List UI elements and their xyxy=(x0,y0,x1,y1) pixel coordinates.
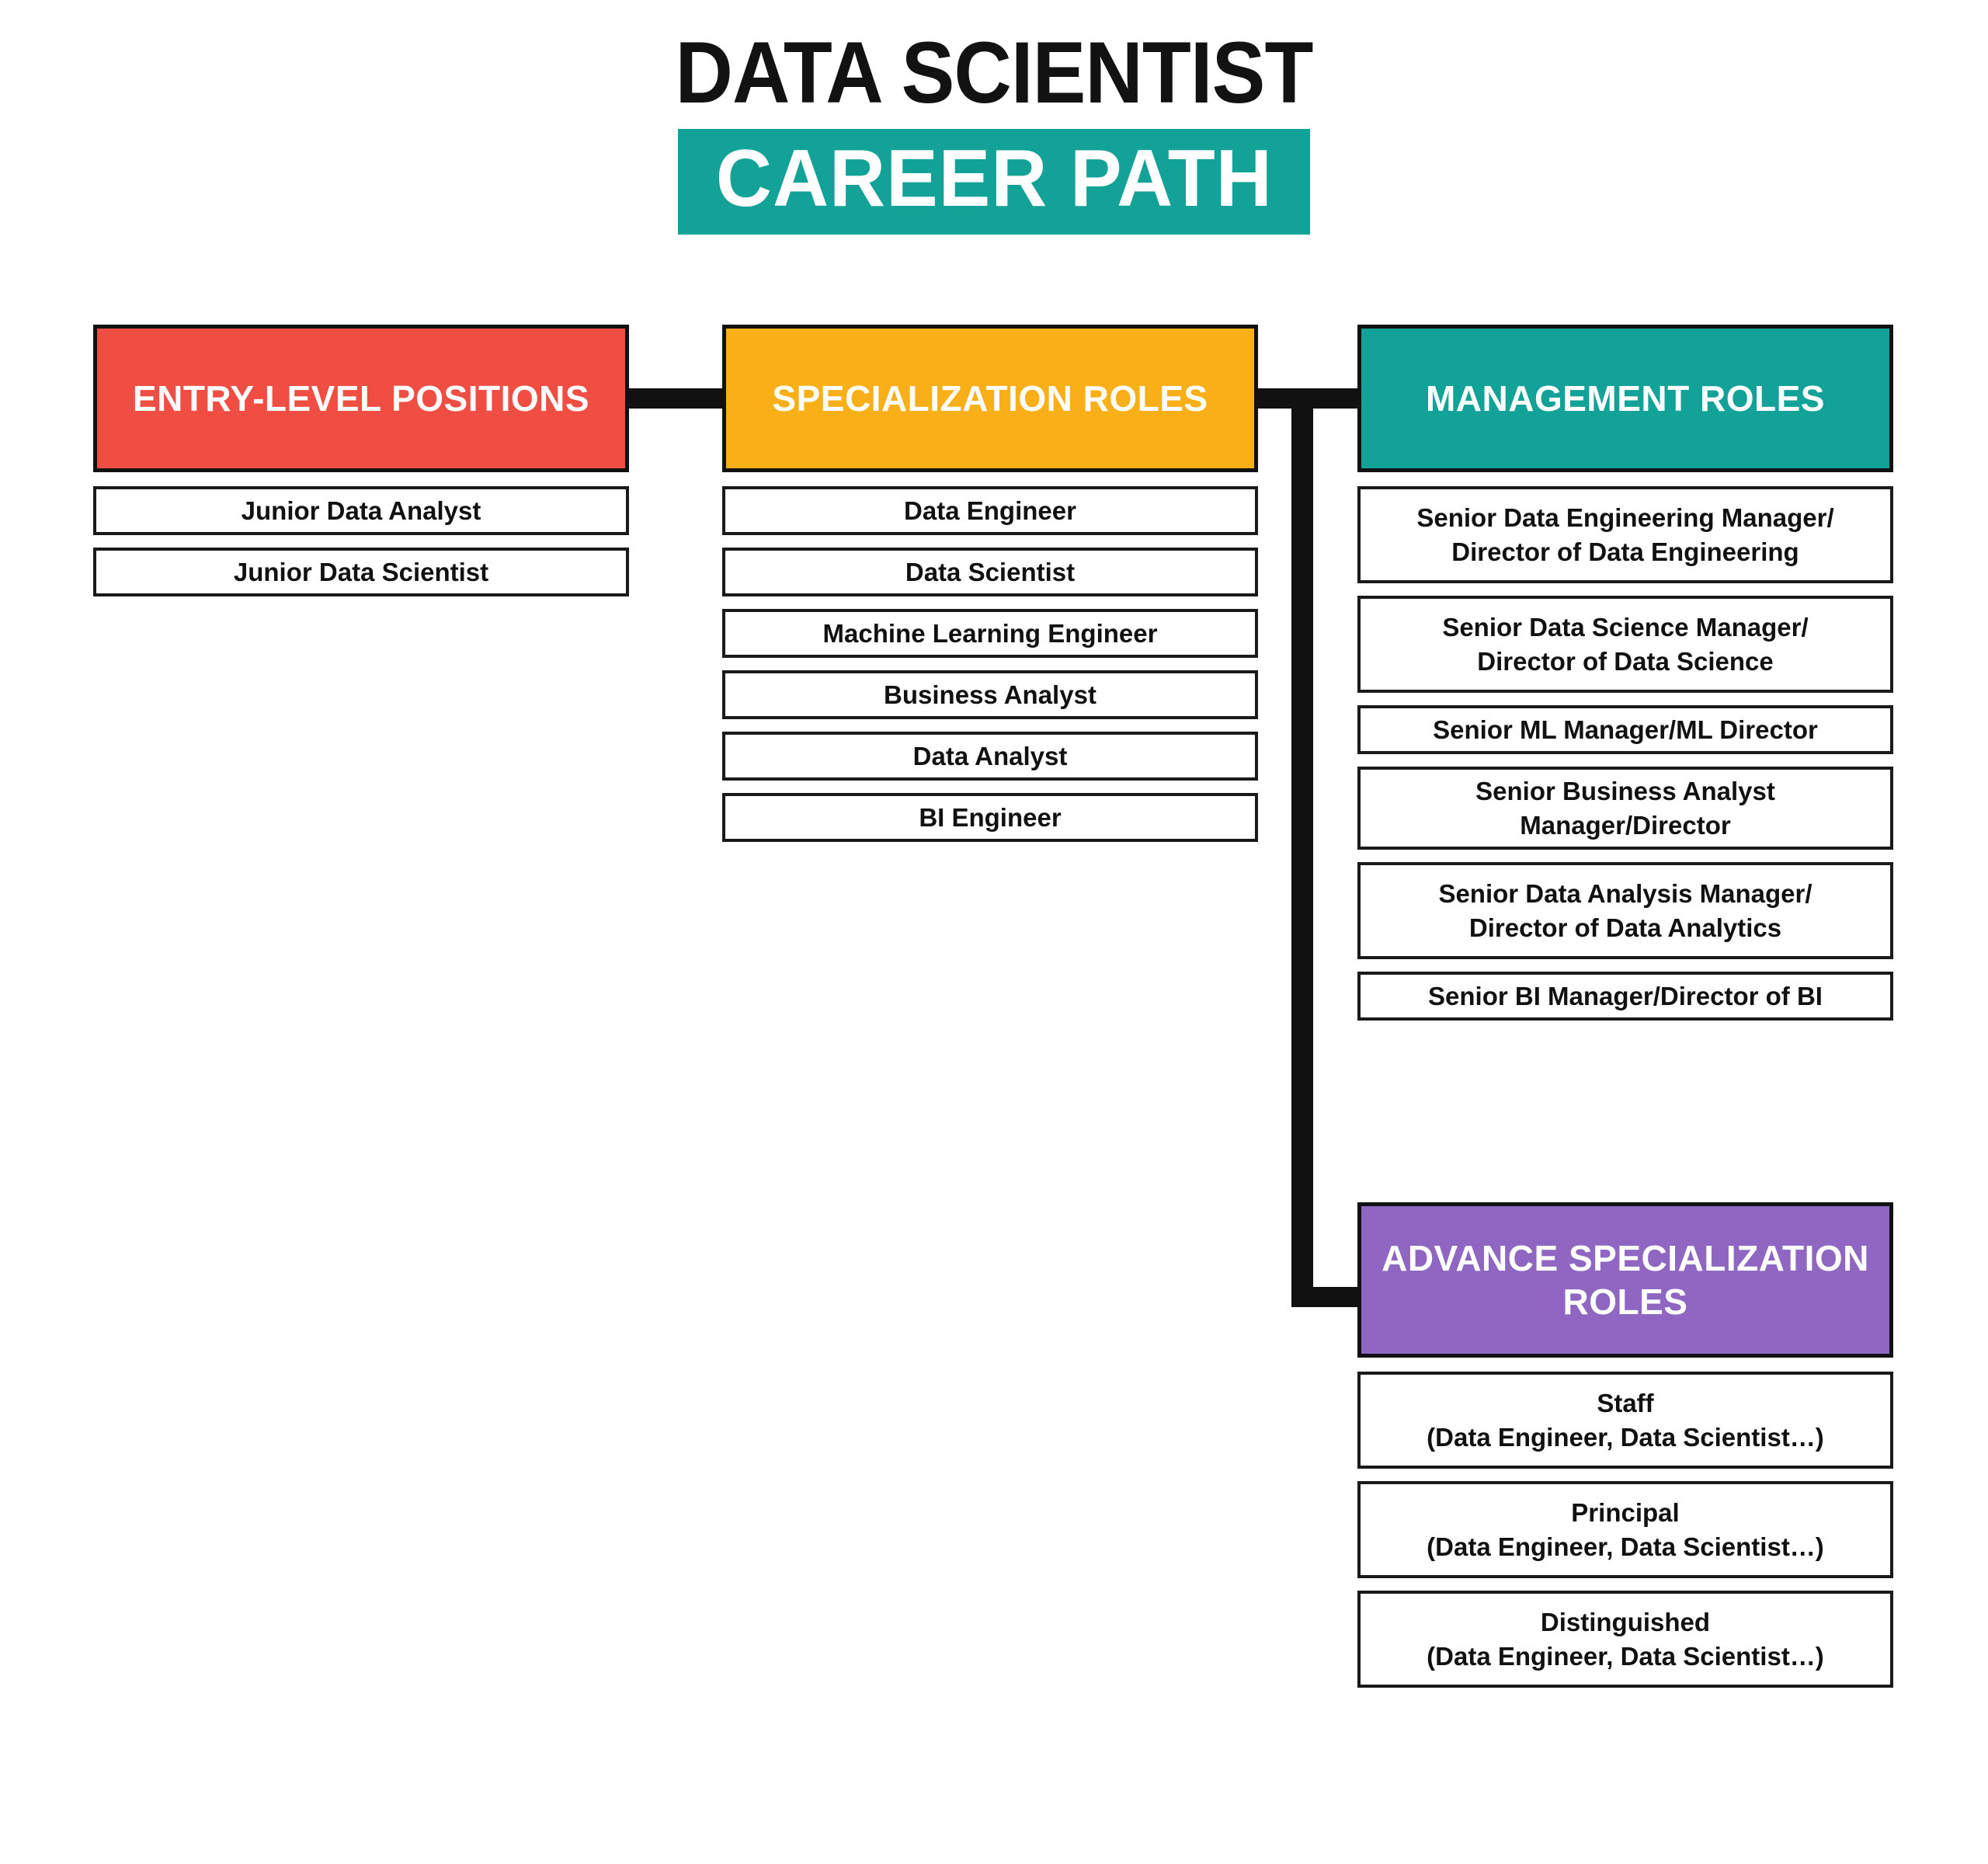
list-item[interactable]: Junior Data Scientist xyxy=(93,548,629,596)
column-advance-specialization: ADVANCE SPECIALIZATION ROLES Staff (Data… xyxy=(1357,1202,1893,1700)
list-item[interactable]: Business Analyst xyxy=(722,670,1258,719)
header-management-line1: MANAGEMENT xyxy=(1425,377,1690,419)
header-specialization-line1: SPECIALIZATION xyxy=(772,377,1073,419)
specialization-item-label: Data Scientist xyxy=(905,557,1076,586)
list-item[interactable]: Data Engineer xyxy=(722,486,1258,535)
header-entry-level-line1: ENTRY-LEVEL xyxy=(132,377,381,419)
entry-item-label: Junior Data Scientist xyxy=(233,557,489,586)
header-entry-level[interactable]: ENTRY-LEVEL POSITIONS xyxy=(93,325,629,472)
list-item[interactable]: Senior Data Engineering Manager/ Directo… xyxy=(1357,486,1893,583)
advance-item-label-line2: (Data Engineer, Data Scientist…) xyxy=(1427,1641,1824,1671)
header-entry-level-line2: POSITIONS xyxy=(391,377,590,419)
column-entry-level: ENTRY-LEVEL POSITIONS Junior Data Analys… xyxy=(93,325,629,609)
header-advance-line2: SPECIALIZATION xyxy=(1568,1237,1869,1278)
header-advance-specialization[interactable]: ADVANCE SPECIALIZATION ROLES xyxy=(1357,1202,1893,1358)
header-advance-line3: ROLES xyxy=(1562,1282,1688,1322)
header-advance-line1: ADVANCE xyxy=(1382,1237,1559,1278)
advance-item-label-line2: (Data Engineer, Data Scientist…) xyxy=(1427,1532,1824,1561)
management-item-label-line2: Manager/Director xyxy=(1520,810,1731,840)
management-item-label-line1: Senior ML Manager/ML Director xyxy=(1433,715,1818,744)
list-item[interactable]: Distinguished (Data Engineer, Data Scien… xyxy=(1357,1591,1893,1688)
advance-item-label-line2: (Data Engineer, Data Scientist…) xyxy=(1427,1422,1824,1452)
entry-level-item-list: Junior Data Analyst Junior Data Scientis… xyxy=(93,486,629,596)
management-item-list: Senior Data Engineering Manager/ Directo… xyxy=(1357,486,1893,1021)
specialization-item-label: Business Analyst xyxy=(884,680,1097,709)
list-item[interactable]: Senior BI Manager/Director of BI xyxy=(1357,972,1893,1021)
management-item-label-line1: Senior Business Analyst xyxy=(1475,776,1775,805)
header-specialization-line2: ROLES xyxy=(1083,377,1208,419)
specialization-item-label: Data Analyst xyxy=(912,741,1068,770)
list-item[interactable]: Senior Data Analysis Manager/ Director o… xyxy=(1357,862,1893,959)
management-item-label-line2: Director of Data Science xyxy=(1477,646,1774,676)
title-line-secondary: CAREER PATH xyxy=(715,134,1273,224)
list-item[interactable]: Senior Data Science Manager/ Director of… xyxy=(1357,596,1893,693)
advance-item-label-line1: Principal xyxy=(1571,1497,1680,1527)
advance-item-label-line1: Staff xyxy=(1597,1388,1654,1417)
header-management[interactable]: MANAGEMENT ROLES xyxy=(1357,325,1893,472)
column-specialization: SPECIALIZATION ROLES Data Engineer Data … xyxy=(722,325,1258,854)
list-item[interactable]: Principal (Data Engineer, Data Scientist… xyxy=(1357,1481,1893,1578)
management-item-label-line1: Senior Data Analysis Manager/ xyxy=(1438,878,1812,908)
title-highlight-band: CAREER PATH xyxy=(677,129,1311,235)
advance-item-list: Staff (Data Engineer, Data Scientist…) P… xyxy=(1357,1372,1893,1688)
list-item[interactable]: Machine Learning Engineer xyxy=(722,609,1258,658)
column-management: MANAGEMENT ROLES Senior Data Engineering… xyxy=(1357,325,1893,1033)
advance-item-label-line1: Distinguished xyxy=(1540,1607,1711,1636)
list-item[interactable]: Junior Data Analyst xyxy=(93,486,629,535)
specialization-item-label: BI Engineer xyxy=(919,802,1062,832)
management-item-label-line1: Senior BI Manager/Director of BI xyxy=(1428,981,1823,1010)
management-item-label-line1: Senior Data Engineering Manager/ xyxy=(1416,503,1834,532)
entry-item-label: Junior Data Analyst xyxy=(241,496,481,525)
header-management-line2: ROLES xyxy=(1700,377,1825,419)
list-item[interactable]: Senior ML Manager/ML Director xyxy=(1357,705,1893,754)
header-specialization[interactable]: SPECIALIZATION ROLES xyxy=(722,325,1258,472)
management-item-label-line1: Senior Data Science Manager/ xyxy=(1442,612,1809,642)
management-item-label-line2: Director of Data Analytics xyxy=(1468,913,1782,942)
list-item[interactable]: Data Scientist xyxy=(722,548,1258,596)
title-line-primary: DATA SCIENTIST xyxy=(675,24,1314,121)
list-item[interactable]: Data Analyst xyxy=(722,732,1258,781)
arrow-specialization-to-advance-vertical xyxy=(1291,388,1313,1305)
management-item-label-line2: Director of Data Engineering xyxy=(1451,537,1799,566)
page-title: DATA SCIENTIST CAREER PATH xyxy=(0,30,1988,235)
specialization-item-list: Data Engineer Data Scientist Machine Lea… xyxy=(722,486,1258,842)
specialization-item-label: Machine Learning Engineer xyxy=(822,618,1158,648)
list-item[interactable]: Staff (Data Engineer, Data Scientist…) xyxy=(1357,1372,1893,1469)
list-item[interactable]: Senior Business Analyst Manager/Director xyxy=(1357,767,1893,850)
list-item[interactable]: BI Engineer xyxy=(722,793,1258,842)
specialization-item-label: Data Engineer xyxy=(904,496,1076,525)
